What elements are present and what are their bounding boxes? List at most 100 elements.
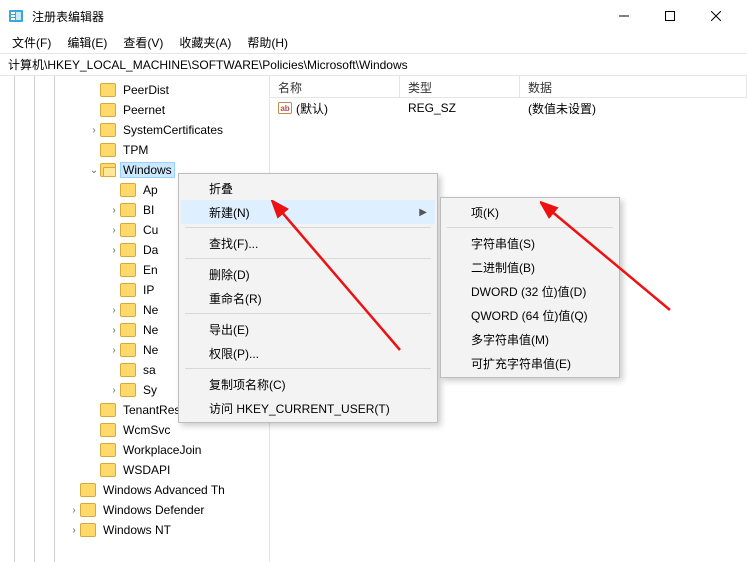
address-text: 计算机\HKEY_LOCAL_MACHINE\SOFTWARE\Policies… (8, 56, 408, 73)
chevron-icon[interactable]: ⌄ (88, 165, 100, 176)
tree-item-label: TPM (120, 142, 151, 158)
folder-icon (120, 323, 136, 337)
context-menu-label: 新建(N) (209, 204, 250, 221)
chevron-icon[interactable]: › (108, 245, 120, 256)
folder-icon (120, 383, 136, 397)
list-row[interactable]: ab(默认) REG_SZ (数值未设置) (270, 98, 747, 118)
tree-item-label: Ne (140, 302, 161, 318)
chevron-icon[interactable]: › (108, 325, 120, 336)
submenu-item[interactable]: QWORD (64 位)值(Q) (443, 303, 617, 327)
folder-icon (120, 283, 136, 297)
title-bar: 注册表编辑器 (0, 0, 747, 32)
tree-item[interactable]: PeerDist (0, 80, 269, 100)
menu-favorites[interactable]: 收藏夹(A) (171, 32, 239, 53)
folder-icon (100, 143, 116, 157)
col-type[interactable]: 类型 (400, 76, 520, 97)
chevron-icon[interactable]: › (108, 205, 120, 216)
folder-icon (120, 363, 136, 377)
context-menu-label: 删除(D) (209, 266, 250, 283)
tree-item[interactable]: WorkplaceJoin (0, 440, 269, 460)
folder-icon (80, 523, 96, 537)
menu-file[interactable]: 文件(F) (4, 32, 59, 53)
tree-item[interactable]: › SystemCertificates (0, 120, 269, 140)
context-menu-item[interactable]: 查找(F)... (181, 231, 435, 255)
context-menu-item[interactable]: 权限(P)... (181, 341, 435, 365)
value-data: (数值未设置) (520, 98, 604, 119)
tree-item-label: Cu (140, 222, 161, 238)
value-type: REG_SZ (400, 99, 520, 117)
submenu-label: 项(K) (471, 204, 499, 221)
tree-item[interactable]: Peernet (0, 100, 269, 120)
tree-item-label: Windows NT (100, 522, 174, 538)
tree-item[interactable]: WcmSvc (0, 420, 269, 440)
tree-item-label: Windows (120, 162, 175, 178)
context-menu-item[interactable]: 复制项名称(C) (181, 372, 435, 396)
window-title: 注册表编辑器 (32, 8, 601, 25)
tree-item[interactable]: TPM (0, 140, 269, 160)
tree-item[interactable]: › Windows NT (0, 520, 269, 540)
tree-item[interactable]: › Windows Defender (0, 500, 269, 520)
tree-item-label: SystemCertificates (120, 122, 226, 138)
chevron-icon[interactable]: › (88, 125, 100, 136)
minimize-button[interactable] (601, 0, 647, 32)
folder-icon (120, 303, 136, 317)
context-menu-item[interactable]: 新建(N) ▶ (181, 200, 435, 224)
submenu-item[interactable]: 二进制值(B) (443, 255, 617, 279)
folder-icon (100, 463, 116, 477)
close-button[interactable] (693, 0, 739, 32)
context-menu-item[interactable]: 访问 HKEY_CURRENT_USER(T) (181, 396, 435, 420)
chevron-icon[interactable]: › (108, 225, 120, 236)
context-menu-item[interactable]: 重命名(R) (181, 286, 435, 310)
context-menu-item[interactable]: 导出(E) (181, 317, 435, 341)
tree-item-label: Windows Defender (100, 502, 207, 518)
tree-item-label: WcmSvc (120, 422, 173, 438)
tree-item[interactable]: Windows Advanced Th (0, 480, 269, 500)
context-menu-label: 权限(P)... (209, 345, 259, 362)
context-menu-item[interactable]: 删除(D) (181, 262, 435, 286)
folder-icon (100, 423, 116, 437)
tree-item-label: BI (140, 202, 157, 218)
folder-icon (120, 243, 136, 257)
col-name[interactable]: 名称 (270, 76, 400, 97)
submenu-label: 可扩充字符串值(E) (471, 355, 571, 372)
chevron-right-icon: ▶ (419, 207, 427, 218)
chevron-icon[interactable]: › (108, 345, 120, 356)
tree-item-label: Sy (140, 382, 160, 398)
context-menu: 折叠新建(N) ▶ 查找(F)... 删除(D) 重命名(R) 导出(E) 权限(P)...… (178, 173, 438, 423)
folder-icon (100, 443, 116, 457)
chevron-icon[interactable]: › (68, 505, 80, 516)
submenu-item[interactable]: 项(K) (443, 200, 617, 224)
tree-item[interactable]: WSDAPI (0, 460, 269, 480)
tree-item-label: Da (140, 242, 161, 258)
folder-icon (100, 403, 116, 417)
menu-edit[interactable]: 编辑(E) (59, 32, 115, 53)
tree-item-label: Ap (140, 182, 161, 198)
submenu-label: 多字符串值(M) (471, 331, 549, 348)
folder-icon (120, 183, 136, 197)
menu-view[interactable]: 查看(V) (115, 32, 171, 53)
chevron-icon[interactable]: › (108, 385, 120, 396)
menu-bar: 文件(F) 编辑(E) 查看(V) 收藏夹(A) 帮助(H) (0, 32, 747, 54)
app-icon (8, 8, 24, 24)
menu-help[interactable]: 帮助(H) (239, 32, 296, 53)
submenu-label: 二进制值(B) (471, 259, 535, 276)
submenu-item[interactable]: DWORD (32 位)值(D) (443, 279, 617, 303)
tree-item-label: WSDAPI (120, 462, 173, 478)
context-menu-label: 重命名(R) (209, 290, 262, 307)
folder-icon (80, 483, 96, 497)
submenu-item[interactable]: 可扩充字符串值(E) (443, 351, 617, 375)
submenu-item[interactable]: 字符串值(S) (443, 231, 617, 255)
address-bar[interactable]: 计算机\HKEY_LOCAL_MACHINE\SOFTWARE\Policies… (0, 54, 747, 76)
chevron-icon[interactable]: › (68, 525, 80, 536)
maximize-button[interactable] (647, 0, 693, 32)
folder-icon (120, 263, 136, 277)
context-menu-label: 导出(E) (209, 321, 249, 338)
folder-icon (100, 163, 116, 177)
submenu-item[interactable]: 多字符串值(M) (443, 327, 617, 351)
value-name: (默认) (296, 100, 328, 117)
tree-item-label: PeerDist (120, 82, 172, 98)
submenu-label: QWORD (64 位)值(Q) (471, 307, 588, 324)
chevron-icon[interactable]: › (108, 305, 120, 316)
col-data[interactable]: 数据 (520, 76, 747, 97)
context-menu-item[interactable]: 折叠 (181, 176, 435, 200)
